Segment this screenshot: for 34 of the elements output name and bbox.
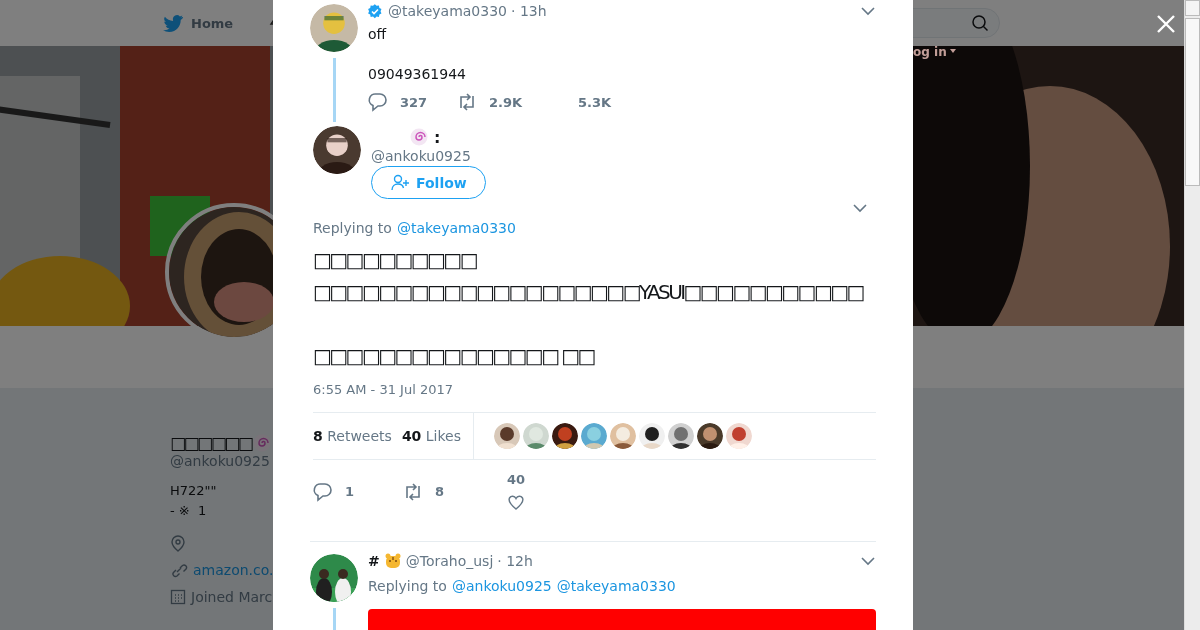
search-icon xyxy=(971,14,989,32)
profile-name: □□□□□□ xyxy=(170,433,252,453)
home-tab[interactable]: Home xyxy=(163,13,253,33)
replying-label: Replying to xyxy=(368,578,447,594)
caret-icon[interactable] xyxy=(860,5,876,17)
reply-button[interactable]: 1 xyxy=(313,472,403,511)
like-button[interactable]: 40 xyxy=(493,472,526,511)
tiger-icon xyxy=(383,552,402,570)
user-name: # xyxy=(368,553,380,569)
heart-icon xyxy=(507,493,526,511)
bird-icon xyxy=(163,13,183,33)
user-handle[interactable]: @takeyama0330 xyxy=(388,3,507,19)
retweet-button[interactable]: 8 xyxy=(403,472,493,511)
caret-icon[interactable] xyxy=(860,555,876,567)
profile-bio: H722"" - ※ 1 xyxy=(170,482,217,520)
retweet-icon xyxy=(403,481,423,502)
reply-icon xyxy=(313,481,333,502)
tweet-time: · 12h xyxy=(497,553,533,569)
location-icon xyxy=(170,533,186,552)
calendar-icon xyxy=(170,588,186,605)
mention-link[interactable]: @takeyama0330 xyxy=(556,578,676,594)
scrollbar-thumb[interactable] xyxy=(1185,18,1200,186)
scrollbar[interactable] xyxy=(1184,0,1200,630)
joined-date: Joined Marc xyxy=(191,588,273,605)
tweet-timestamp: 6:55 AM - 31 Jul 2017 xyxy=(313,382,454,397)
user-handle[interactable]: @Toraho_usj xyxy=(405,553,494,569)
profile-handle: @ankoku0925 xyxy=(170,453,270,469)
mention-link[interactable]: @ankoku0925 xyxy=(451,578,552,594)
retweets-stat[interactable]: 8 Retweets xyxy=(313,428,392,444)
tweet-text: off xyxy=(368,25,387,44)
tweet-time: · 13h xyxy=(511,3,547,19)
likes-stat[interactable]: 40 Likes xyxy=(401,428,461,444)
close-icon xyxy=(1156,14,1176,34)
spiral-icon xyxy=(253,434,272,452)
